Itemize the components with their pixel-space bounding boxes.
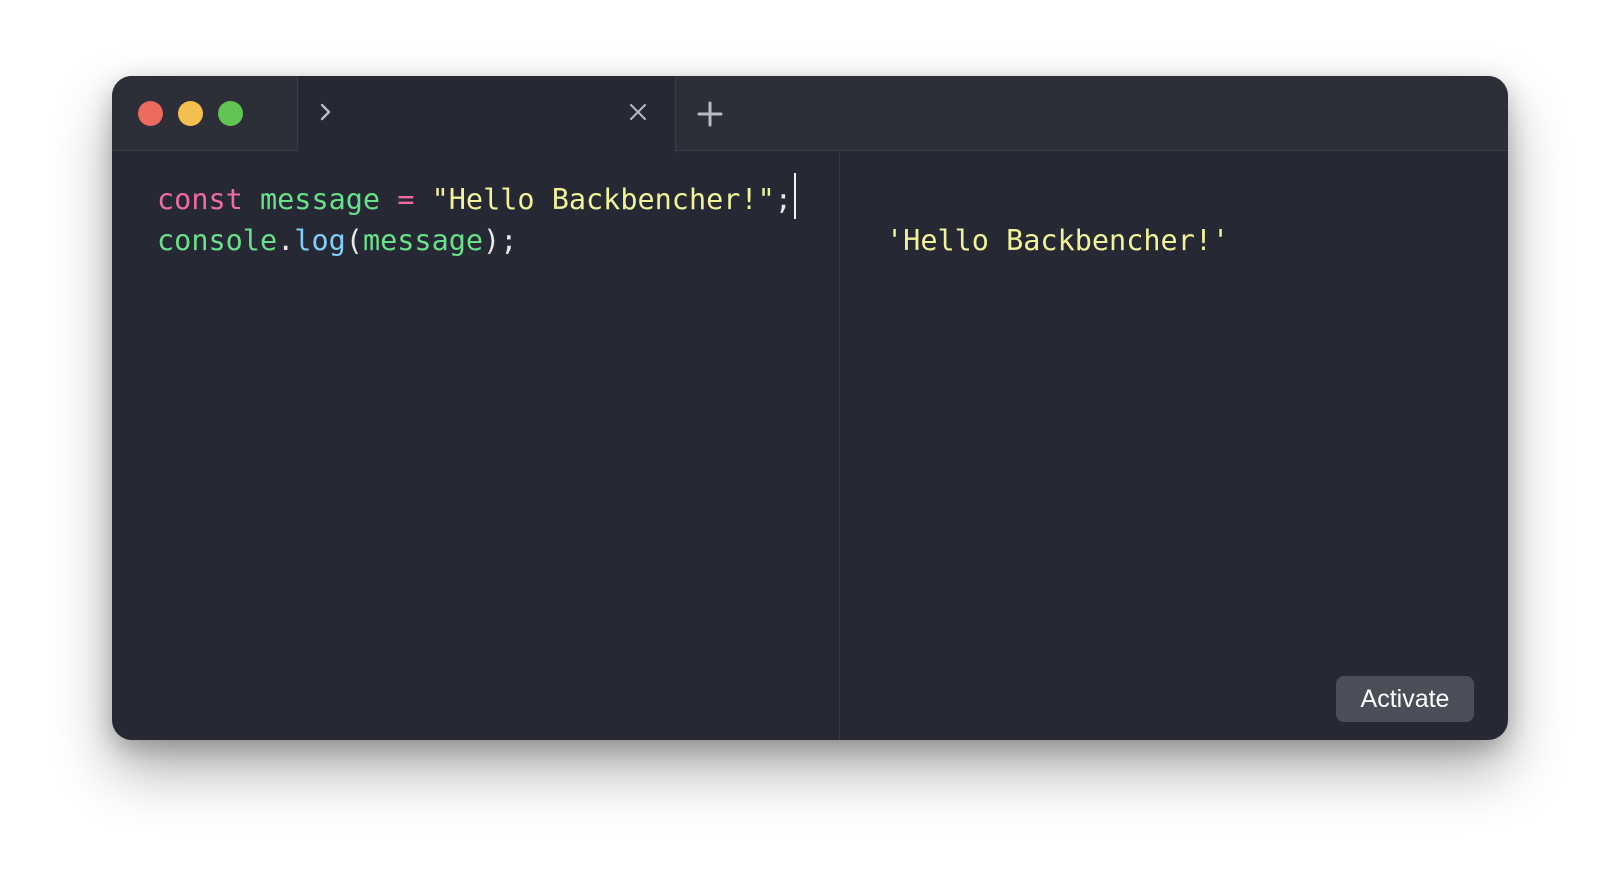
maximize-window-button[interactable] <box>218 101 243 126</box>
output-result: 'Hello Backbencher!' <box>886 224 1230 257</box>
code-token-punctuation: . <box>277 224 295 257</box>
title-bar <box>112 76 1508 153</box>
text-cursor <box>793 173 796 219</box>
close-icon[interactable] <box>628 102 648 122</box>
code-token-variable: message <box>362 224 484 257</box>
code-token-punctuation: ); <box>483 224 518 257</box>
code-token-keyword: const <box>157 183 243 216</box>
code-token-operator: = <box>397 183 415 216</box>
output-panel: 'Hello Backbencher!' <box>840 151 1508 740</box>
code-token-string: "Hello Backbencher!" <box>431 183 775 216</box>
chevron-right-icon <box>316 98 336 126</box>
close-window-button[interactable] <box>138 101 163 126</box>
activate-button[interactable]: Activate <box>1336 676 1474 722</box>
code-token-punctuation: ; <box>774 183 792 216</box>
window-controls <box>112 76 298 151</box>
code-token-variable: console <box>157 224 278 257</box>
tab-active[interactable] <box>298 76 676 153</box>
code-token-punctuation: ( <box>345 224 363 257</box>
code-line: console.log(message); <box>157 221 517 261</box>
code-editor[interactable]: const message = "Hello Backbencher!"; co… <box>112 151 840 740</box>
plus-icon[interactable] <box>696 100 724 128</box>
code-token-variable: message <box>259 183 381 216</box>
code-token-function: log <box>294 224 346 257</box>
minimize-window-button[interactable] <box>178 101 203 126</box>
code-line: const message = "Hello Backbencher!"; <box>157 173 796 220</box>
app-window: const message = "Hello Backbencher!"; co… <box>112 76 1508 740</box>
